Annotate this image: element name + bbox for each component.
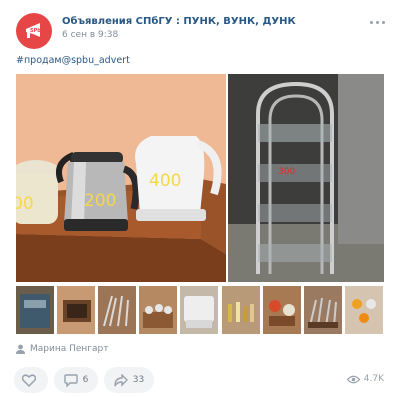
comment-count: 6	[82, 375, 89, 385]
photo-thumbnail[interactable]	[221, 286, 261, 334]
post-card: SPbU Объявления СПбГУ : ПУНК, ВУНК, ДУНК…	[0, 0, 400, 397]
more-options-icon[interactable]	[368, 16, 386, 28]
share-icon	[114, 373, 128, 387]
photo-thumbnail[interactable]	[344, 286, 384, 334]
photo-thumbnail[interactable]	[303, 286, 343, 334]
share-count: 33	[132, 375, 145, 385]
post-header: SPbU Объявления СПбГУ : ПУНК, ВУНК, ДУНК…	[16, 13, 386, 53]
photo-shelf[interactable]: 300	[228, 74, 384, 282]
photo-grid: 00 200 400 300	[16, 74, 384, 282]
photo-thumbnail[interactable]	[139, 286, 178, 334]
comment-button[interactable]: 6	[54, 367, 98, 393]
price-label-2: 200	[84, 191, 116, 211]
photo-thumbnail[interactable]	[180, 286, 219, 334]
views-counter: 4.7K	[346, 374, 384, 384]
photo-kettles[interactable]: 00 200 400	[16, 74, 226, 282]
photo-thumbnail[interactable]	[262, 286, 302, 334]
views-count: 4.7K	[363, 374, 384, 384]
photo-thumbnail[interactable]	[16, 286, 55, 334]
photo-thumbnail[interactable]	[98, 286, 137, 334]
comment-icon	[63, 373, 78, 387]
photo-thumbnail[interactable]	[57, 286, 96, 334]
user-icon	[16, 344, 25, 354]
thumbnail-strip	[16, 286, 384, 334]
post-hashtag-link[interactable]: #продам@spbu_advert	[16, 55, 130, 66]
price-label-1: 00	[16, 194, 34, 214]
eye-icon	[346, 375, 360, 383]
svg-text:SPbU: SPbU	[30, 28, 45, 34]
group-avatar[interactable]: SPbU	[16, 13, 52, 49]
like-button[interactable]	[14, 367, 48, 393]
price-label-3: 400	[149, 171, 181, 191]
share-button[interactable]: 33	[104, 367, 154, 393]
group-name-link[interactable]: Объявления СПбГУ : ПУНК, ВУНК, ДУНК	[62, 16, 296, 27]
post-author: Марина Пенгарт	[16, 344, 109, 354]
author-name-link[interactable]: Марина Пенгарт	[30, 344, 109, 354]
megaphone-icon: SPbU	[26, 23, 45, 38]
heart-icon	[21, 373, 36, 387]
post-actions: 6 33 4.7K	[14, 367, 386, 393]
post-date[interactable]: 6 сен в 9:38	[62, 30, 118, 40]
price-label-4: 300	[278, 167, 295, 177]
